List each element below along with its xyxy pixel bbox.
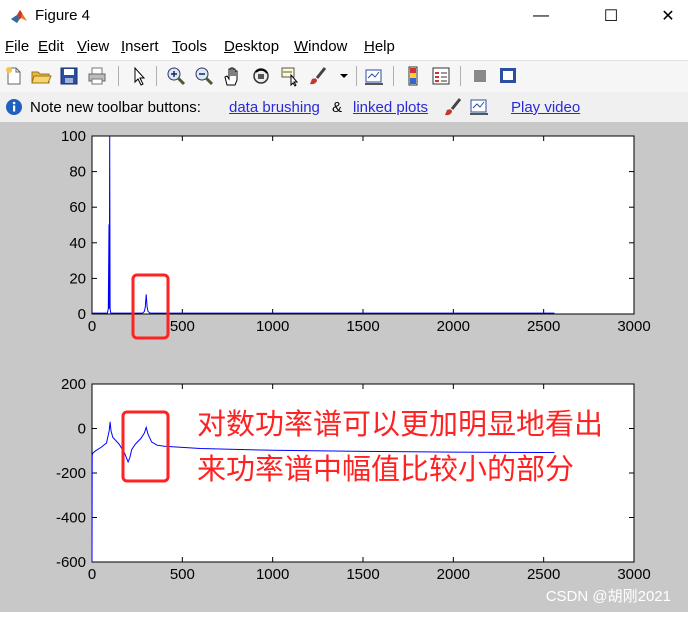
y-tick-label: 20 bbox=[69, 270, 86, 287]
title-bar: Figure 4 — ☐ ✕ bbox=[0, 0, 688, 34]
zoom-in-icon[interactable] bbox=[165, 65, 187, 87]
toolbar-separator bbox=[356, 66, 357, 86]
y-tick-label: 60 bbox=[69, 199, 86, 216]
menu-bar: File Edit View Insert Tools Desktop Wind… bbox=[0, 35, 688, 59]
menu-tools[interactable]: Tools bbox=[172, 38, 207, 55]
minimize-button[interactable]: — bbox=[518, 0, 564, 32]
y-tick-label: -400 bbox=[56, 510, 86, 527]
notification-ampersand: & bbox=[332, 99, 343, 116]
x-tick-label: 3000 bbox=[617, 566, 650, 583]
toolbar-separator bbox=[460, 66, 461, 86]
x-tick-label: 1500 bbox=[346, 318, 379, 335]
x-tick-label: 0 bbox=[88, 566, 96, 583]
axes-top[interactable]: 0 500 1000 1500 2000 2500 3000 0 20 40 60 80 100 bbox=[61, 128, 651, 335]
window-title: Figure 4 bbox=[35, 7, 91, 24]
x-tick-label: 2000 bbox=[437, 318, 470, 335]
menu-edit[interactable]: Edit bbox=[38, 38, 64, 55]
x-tick-label: 2500 bbox=[527, 318, 560, 335]
y-tick-label: -200 bbox=[56, 465, 86, 482]
y-tick-label: 200 bbox=[61, 376, 86, 393]
matlab-logo-icon bbox=[11, 10, 27, 23]
brush-icon bbox=[445, 98, 462, 116]
y-tick-label: -600 bbox=[56, 554, 86, 571]
legend-icon[interactable] bbox=[430, 65, 452, 87]
link-plot-icon[interactable] bbox=[363, 65, 385, 87]
colorbar-icon[interactable] bbox=[402, 65, 424, 87]
info-icon bbox=[6, 99, 22, 115]
maximize-button[interactable]: ☐ bbox=[588, 0, 634, 32]
toolbar-separator bbox=[156, 66, 157, 86]
figure-canvas: 0 500 1000 1500 2000 2500 3000 0 20 40 60 80 100 0 50… bbox=[0, 123, 688, 612]
y-tick-label: 40 bbox=[69, 235, 86, 252]
y-tick-label: 100 bbox=[61, 128, 86, 145]
x-tick-label: 3000 bbox=[617, 318, 650, 335]
menu-insert[interactable]: Insert bbox=[121, 38, 159, 55]
edit-plot-arrow-icon[interactable] bbox=[128, 65, 150, 87]
menu-help[interactable]: Help bbox=[364, 38, 395, 55]
data-brushing-link[interactable]: data brushing bbox=[229, 99, 320, 116]
watermark: CSDN @胡刚2021 bbox=[546, 588, 671, 605]
close-button[interactable]: ✕ bbox=[645, 0, 688, 32]
toolbar-separator bbox=[393, 66, 394, 86]
menu-view[interactable]: View bbox=[77, 38, 109, 55]
y-tick-label: 0 bbox=[78, 306, 86, 323]
notification-bar: Note new toolbar buttons: data brushing … bbox=[0, 92, 688, 123]
linked-plots-link[interactable]: linked plots bbox=[353, 99, 428, 116]
notification-text: Note new toolbar buttons: bbox=[30, 99, 201, 116]
menu-file[interactable]: File bbox=[5, 38, 29, 55]
plot-area bbox=[91, 135, 635, 315]
link-plot-icon bbox=[470, 99, 488, 115]
brush-icon[interactable] bbox=[307, 65, 329, 87]
show-plot-tools-icon[interactable] bbox=[497, 65, 519, 87]
save-icon[interactable] bbox=[58, 65, 80, 87]
hide-plot-tools-icon[interactable] bbox=[469, 65, 491, 87]
rotate-3d-icon[interactable] bbox=[250, 65, 272, 87]
menu-window[interactable]: Window bbox=[294, 38, 347, 55]
close-icon: ✕ bbox=[661, 8, 675, 25]
menu-desktop[interactable]: Desktop bbox=[224, 38, 279, 55]
y-tick-label: 0 bbox=[78, 421, 86, 438]
new-figure-icon[interactable] bbox=[3, 65, 25, 87]
plots-svg: 0 500 1000 1500 2000 2500 3000020406080100 0 50… bbox=[56, 128, 671, 605]
zoom-out-icon[interactable] bbox=[193, 65, 215, 87]
maximize-icon: ☐ bbox=[603, 8, 619, 25]
x-tick-label: 500 bbox=[170, 566, 195, 583]
annotation-line-2: 来功率谱中幅值比较小的部分 bbox=[197, 453, 574, 486]
x-tick-label: 1500 bbox=[346, 566, 379, 583]
toolbar-separator bbox=[118, 66, 119, 86]
pan-hand-icon[interactable] bbox=[221, 65, 243, 87]
x-tick-label: 2500 bbox=[527, 566, 560, 583]
x-tick-label: 500 bbox=[170, 318, 195, 335]
data-cursor-icon[interactable] bbox=[279, 65, 301, 87]
minimize-icon: — bbox=[533, 7, 549, 24]
brush-dropdown-icon[interactable] bbox=[333, 65, 355, 87]
y-tick-label: 80 bbox=[69, 164, 86, 181]
x-tick-label: 0 bbox=[88, 318, 96, 335]
x-tick-label: 1000 bbox=[256, 566, 289, 583]
annotation-line-1: 对数功率谱可以更加明显地看出 bbox=[197, 408, 603, 441]
play-video-link[interactable]: Play video bbox=[511, 99, 580, 116]
print-icon[interactable] bbox=[86, 65, 108, 87]
x-tick-label: 2000 bbox=[437, 566, 470, 583]
toolbar bbox=[0, 60, 688, 93]
open-file-icon[interactable] bbox=[30, 65, 52, 87]
x-tick-label: 1000 bbox=[256, 318, 289, 335]
